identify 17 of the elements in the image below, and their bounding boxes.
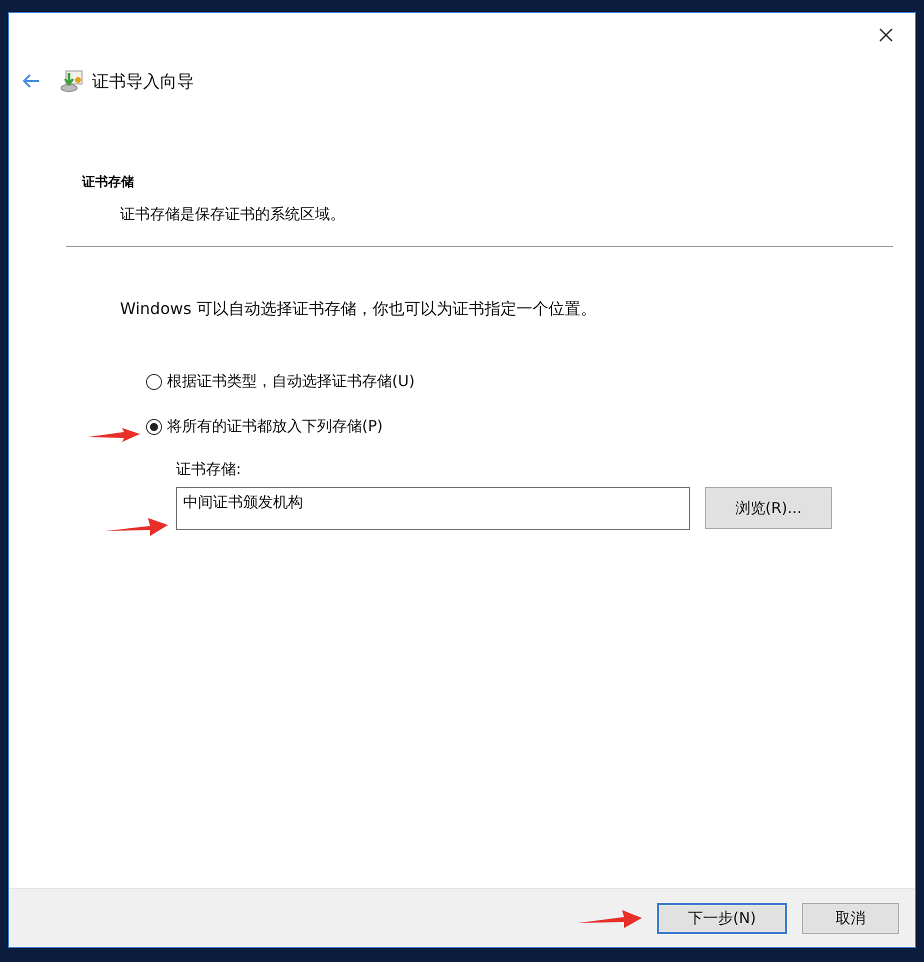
annotation-arrow: [105, 518, 168, 536]
intro-text: Windows 可以自动选择证书存储，你也可以为证书指定一个位置。: [119, 298, 598, 320]
radio-option[interactable]: 将所有的证书都放入下列存储(P): [146, 417, 383, 436]
field-label: 证书存储:: [176, 460, 242, 479]
annotation-arrow: [88, 428, 140, 442]
annotation-arrow: [578, 910, 642, 928]
header-subtitle: 证书存储是保存证书的系统区域。: [119, 204, 346, 224]
dialog-button[interactable]: 取消: [802, 902, 899, 934]
header-title: 证书存储: [80, 174, 135, 191]
close-icon[interactable]: [879, 28, 893, 42]
window-title: 证书导入向导: [92, 70, 194, 92]
certificate-icon: [60, 69, 84, 93]
radio-option[interactable]: 根据证书类型，自动选择证书存储(U): [146, 372, 415, 391]
store-field[interactable]: 中间证书颁发机构: [176, 487, 690, 530]
browse-button[interactable]: 浏览(R)...: [705, 487, 832, 529]
dialog-button[interactable]: 下一步(N): [657, 902, 787, 934]
back-arrow-icon[interactable]: [22, 74, 40, 88]
